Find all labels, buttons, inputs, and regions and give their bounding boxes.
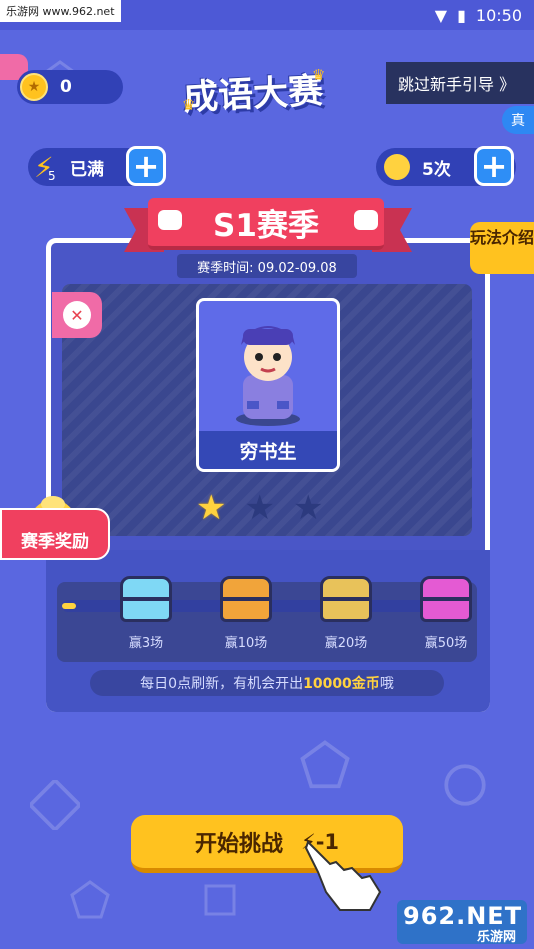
season-title: S1赛季 <box>213 207 319 244</box>
ribbon-ornament <box>158 210 182 230</box>
start-label: 开始挑战 <box>194 831 283 857</box>
site-watermark: 乐游网 www.962.net <box>0 0 121 22</box>
coin-counter: ★ 0 <box>17 70 123 104</box>
refresh-note: 每日0点刷新，有机会开出 10000金币哦 <box>90 670 444 696</box>
crown-icon: ♛ <box>312 66 326 84</box>
game-title: 成语大赛 <box>182 71 325 119</box>
battle-badge[interactable]: ✕ <box>52 292 102 338</box>
treasure-chest-icon[interactable] <box>320 576 372 622</box>
milestone-label: 赢3场 <box>128 636 164 651</box>
refresh-note-suffix: 哦 <box>379 676 394 692</box>
refresh-note-highlight: 10000金币 <box>303 676 380 692</box>
add-energy-button[interactable]: + <box>126 146 166 186</box>
coin-amount: 0 <box>60 77 72 97</box>
ribbon-ornament <box>354 210 378 230</box>
side-tab-button[interactable]: 真 <box>502 106 534 134</box>
add-hint-button[interactable]: + <box>474 146 514 186</box>
star-filled-icon: ★ <box>196 488 227 528</box>
season-ribbon: S1赛季 <box>148 198 384 250</box>
crown-icon: ♛ <box>182 96 196 114</box>
skip-tutorial-button[interactable]: 跳过新手引导 》 <box>386 62 534 104</box>
energy-status: 已满 <box>70 159 104 180</box>
energy-count: 5 <box>48 168 56 183</box>
scholar-character-icon <box>236 326 300 426</box>
treasure-chest-icon[interactable] <box>420 576 472 622</box>
crossed-swords-icon: ✕ <box>63 301 91 329</box>
star-rating: ★ ★ ★ <box>196 488 323 528</box>
watermark-logo: 962.NET 乐游网 <box>397 900 527 945</box>
season-time: 赛季时间: 09.02-09.08 <box>177 254 357 278</box>
milestone-label: 赢50场 <box>424 636 468 651</box>
wifi-icon: ▼ <box>434 5 448 25</box>
treasure-chest-icon[interactable] <box>220 576 272 622</box>
star-empty-icon: ★ <box>244 488 275 528</box>
pointing-hand-icon <box>304 840 382 911</box>
refresh-note-prefix: 每日0点刷新，有机会开出 <box>140 676 304 692</box>
progress-fill <box>62 603 76 609</box>
coin-icon: ★ <box>20 73 48 101</box>
treasure-chest-icon[interactable] <box>120 576 172 622</box>
star-empty-icon: ★ <box>292 488 324 528</box>
hint-count: 5次 <box>422 159 451 180</box>
status-time: 10:50 <box>475 5 522 25</box>
battery-icon: ▮ <box>457 5 466 25</box>
character-card[interactable]: 穷书生 <box>196 298 340 472</box>
how-to-play-button[interactable]: 玩法介绍 <box>470 222 534 274</box>
lightning-icon: ⚡ 5 <box>34 150 56 184</box>
watermark-sub: 乐游网 <box>477 930 517 945</box>
milestone-label: 赢20场 <box>324 636 368 651</box>
season-reward-button[interactable]: 赛季奖励 <box>0 508 110 560</box>
lightbulb-icon <box>384 154 410 180</box>
character-name: 穷书生 <box>199 431 337 469</box>
milestone-label: 赢10场 <box>224 636 268 651</box>
